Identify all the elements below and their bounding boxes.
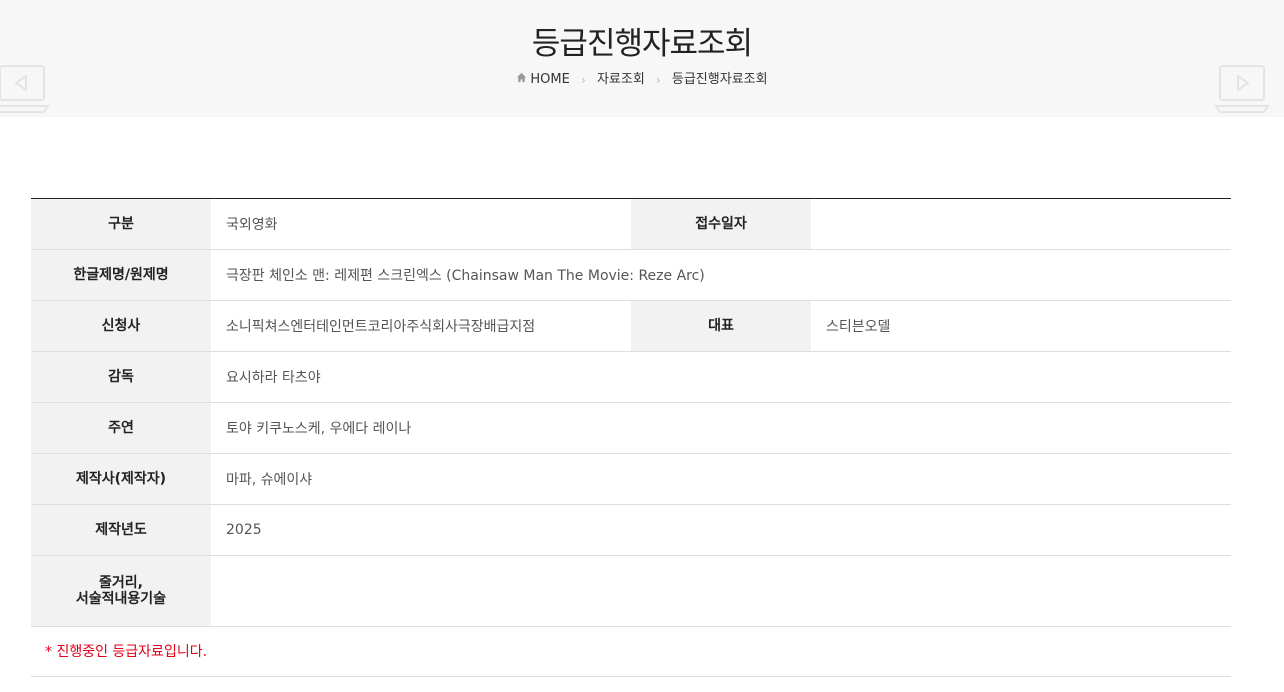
producer-label: 제작사(제작자) [31, 453, 211, 505]
synopsis-label-line2: 서술적내용기술 [75, 591, 167, 607]
category-label: 구분 [31, 198, 211, 250]
breadcrumb-item-data-search[interactable]: 자료조회 [597, 70, 645, 90]
title-label: 한글제명/원제명 [31, 249, 211, 301]
table-row: 제작년도 2025 [31, 504, 1231, 556]
receipt-date-value [811, 199, 1231, 250]
production-year-label: 제작년도 [31, 504, 211, 556]
home-icon [517, 72, 527, 82]
page-title: 등급진행자료조회 [531, 26, 753, 62]
rating-progress-table: 구분 국외영화 접수일자 한글제명/원제명 극장판 체인소 맨: 레제편 스크린… [31, 198, 1231, 627]
page-header: 등급진행자료조회 HOME › 자료조회 › 등급진행자료조회 [0, 0, 1284, 117]
chevron-right-icon: › [581, 73, 586, 88]
breadcrumb: HOME › 자료조회 › 등급진행자료조회 [0, 70, 1284, 91]
table-row: 신청사 소니픽쳐스엔터테인먼트코리아주식회사극장배급지점 대표 스티븐오델 [31, 300, 1231, 352]
synopsis-label-line1: 줄거리, [99, 575, 143, 591]
cast-label: 주연 [31, 402, 211, 454]
representative-value: 스티븐오델 [826, 319, 891, 335]
producer-value: 마파, 슈에이샤 [226, 472, 313, 488]
table-row: 구분 국외영화 접수일자 [31, 198, 1231, 250]
table-row: 줄거리, 서술적내용기술 [31, 555, 1231, 627]
applicant-value: 소니픽쳐스엔터테인먼트코리아주식회사극장배급지점 [226, 319, 536, 335]
synopsis-label: 줄거리, 서술적내용기술 [31, 555, 211, 627]
table-row: 주연 토야 키쿠노스케, 우에다 레이나 [31, 402, 1231, 454]
production-year-value: 2025 [226, 522, 262, 538]
in-progress-notice: * 진행중인 등급자료입니다. [31, 627, 1231, 677]
cast-value: 토야 키쿠노스케, 우에다 레이나 [226, 421, 412, 437]
director-label: 감독 [31, 351, 211, 403]
table-row: 감독 요시하라 타츠야 [31, 351, 1231, 403]
table-row: 제작사(제작자) 마파, 슈에이샤 [31, 453, 1231, 505]
breadcrumb-item-current: 등급진행자료조회 [671, 72, 768, 88]
table-row: 한글제명/원제명 극장판 체인소 맨: 레제편 스크린엑스 (Chainsaw … [31, 249, 1231, 301]
receipt-date-label: 접수일자 [631, 198, 811, 250]
title-value: 극장판 체인소 맨: 레제편 스크린엑스 (Chainsaw Man The M… [226, 268, 705, 284]
representative-label: 대표 [631, 300, 811, 352]
chevron-right-icon: › [655, 73, 661, 88]
synopsis-value [211, 556, 1231, 627]
applicant-label: 신청사 [31, 300, 211, 352]
director-value: 요시하라 타츠야 [226, 370, 321, 386]
category-value: 국외영화 [226, 217, 278, 233]
breadcrumb-home-label: HOME [530, 72, 570, 87]
breadcrumb-home[interactable]: HOME [516, 70, 570, 91]
